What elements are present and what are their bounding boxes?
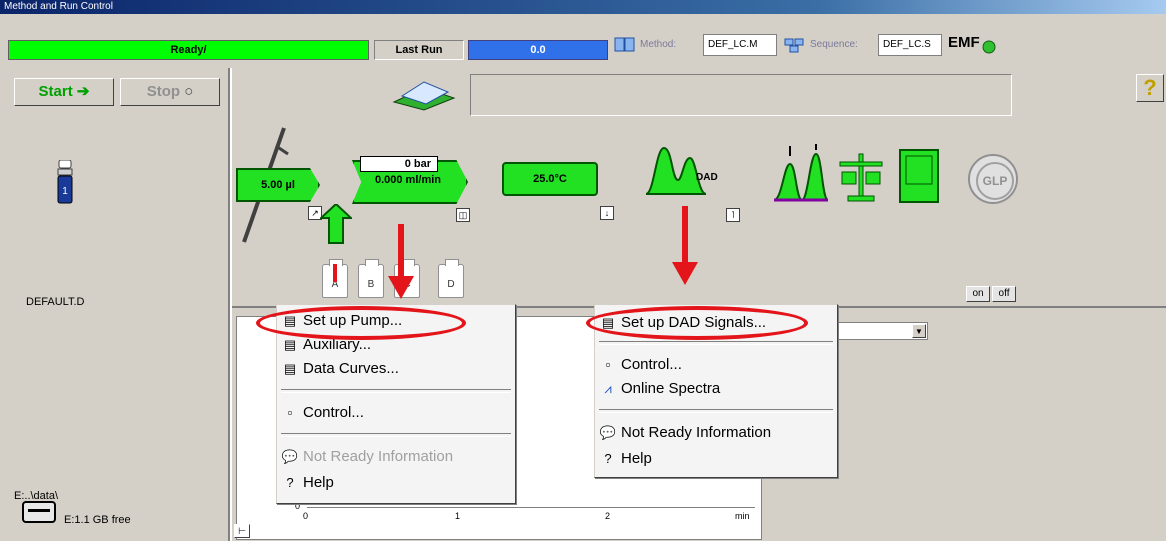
solvent-bottle-b[interactable]: B xyxy=(358,259,384,298)
speech-bubble-icon: 💬 xyxy=(599,425,617,440)
glp-label: GLP xyxy=(976,162,1014,200)
control-icon: ▫ xyxy=(605,357,611,372)
left-panel: Start ➔ Stop ○ 1 DEFAULT.D E:..\data\ E:… xyxy=(0,68,230,541)
annotation-arrow-pump xyxy=(388,224,414,300)
off-button[interactable]: off xyxy=(992,286,1016,302)
annotation-ellipse-set-up-dad xyxy=(586,306,808,340)
spectrum-icon: ⩘ xyxy=(604,381,612,396)
on-button[interactable]: on xyxy=(966,286,990,302)
emf-indicator[interactable]: EMF xyxy=(948,32,998,58)
report-icon[interactable] xyxy=(898,148,940,204)
menu-item-help[interactable]: ? Help xyxy=(281,471,333,495)
menu-separator xyxy=(281,389,511,393)
help-icon: ? xyxy=(604,451,612,466)
instrument-diagram: ? 5.00 µl ↗ 0 bar 0.000 ml/min ◫ A B C D… xyxy=(232,68,1166,306)
plot-x-tick-0: 0 xyxy=(303,511,309,521)
menu-item-not-ready-information[interactable]: 💬 Not Ready Information xyxy=(599,421,771,445)
dialog-icon: ▤ xyxy=(283,337,297,352)
stop-circle-icon: ○ xyxy=(184,83,194,100)
method-book-icon[interactable] xyxy=(614,36,636,54)
emf-status-icon xyxy=(982,40,996,54)
help-icon: ? xyxy=(286,475,294,490)
control-icon: ▫ xyxy=(287,405,293,420)
help-button[interactable]: ? xyxy=(1136,74,1164,102)
sequence-icon[interactable] xyxy=(784,36,806,54)
glp-button[interactable]: GLP xyxy=(968,154,1018,204)
vial-icon[interactable]: 1 xyxy=(56,159,74,204)
emf-label: EMF xyxy=(948,34,980,51)
pump-inlet-arrow-icon xyxy=(318,202,354,244)
arrow-right-icon: ➔ xyxy=(76,83,90,100)
plot-x-tick-1: 1 xyxy=(455,511,461,521)
window-title: Method and Run Control xyxy=(0,0,1166,14)
menu-separator xyxy=(599,409,833,413)
menu-item-online-spectra[interactable]: ⩘ Online Spectra xyxy=(599,377,720,401)
menu-item-control[interactable]: ▫ Control... xyxy=(281,401,364,425)
sequence-label: Sequence: xyxy=(810,39,858,50)
menu-item-data-curves[interactable]: ▤ Data Curves... xyxy=(281,357,399,381)
menu-item-help[interactable]: ? Help xyxy=(599,447,651,471)
pump-pressure: 0 bar xyxy=(360,156,438,172)
menu-separator xyxy=(599,341,833,345)
annotation-ellipse-set-up-pump xyxy=(256,306,466,340)
peak-integration-icon[interactable] xyxy=(772,144,830,204)
pump-status-icon[interactable]: ◫ xyxy=(456,208,470,222)
pump-flow: 0.000 ml/min xyxy=(374,174,442,186)
menu-item-not-ready-information[interactable]: 💬 Not Ready Information xyxy=(281,445,453,469)
solvent-bottle-d[interactable]: D xyxy=(438,259,464,298)
menu-separator xyxy=(281,433,511,437)
svg-text:1: 1 xyxy=(62,186,68,197)
column-temperature: 25.0°C xyxy=(533,173,567,185)
speech-bubble-icon: 💬 xyxy=(281,449,299,464)
disk-free-text: E:1.1 GB free xyxy=(64,514,131,526)
plot-x-axis xyxy=(307,507,755,508)
dad-label: DAD xyxy=(696,172,718,183)
method-label: Method: xyxy=(640,39,677,50)
injector-module[interactable]: 5.00 µl xyxy=(236,168,320,202)
balance-scale-icon[interactable] xyxy=(838,152,884,202)
injector-volume: 5.00 µl xyxy=(261,179,295,191)
status-bar: Ready/ Last Run 0.0 Method: DEF_LC.M Seq… xyxy=(0,14,1166,68)
dialog-icon: ▤ xyxy=(283,361,297,376)
disk-drive-icon xyxy=(22,500,56,524)
plot-x-tick-2: 2 xyxy=(605,511,611,521)
dad-status-icon[interactable]: ˥ xyxy=(726,208,740,222)
ready-status: Ready/ xyxy=(8,40,369,60)
dad-detector-module[interactable] xyxy=(644,144,708,198)
menu-item-control[interactable]: ▫ Control... xyxy=(599,353,682,377)
bottle-a-draw-line xyxy=(333,264,337,282)
stop-button[interactable]: Stop ○ xyxy=(120,78,220,106)
plot-zoom-icon[interactable]: ⊢ xyxy=(234,524,250,538)
chevron-down-icon[interactable]: ▼ xyxy=(912,324,926,338)
method-value[interactable]: DEF_LC.M xyxy=(703,34,777,56)
data-file-name: DEFAULT.D xyxy=(26,296,85,308)
annotation-arrow-dad xyxy=(672,206,698,286)
plot-x-unit: min xyxy=(735,511,750,521)
message-area xyxy=(470,74,1012,116)
last-run-value: 0.0 xyxy=(468,40,608,60)
column-oven-module[interactable]: 25.0°C xyxy=(502,162,598,196)
sequence-value[interactable]: DEF_LC.S xyxy=(878,34,942,56)
method-book-large-icon[interactable] xyxy=(388,78,460,112)
start-button[interactable]: Start ➔ xyxy=(14,78,114,106)
last-run-label: Last Run xyxy=(374,40,464,60)
column-status-icon[interactable]: ↓ xyxy=(600,206,614,220)
